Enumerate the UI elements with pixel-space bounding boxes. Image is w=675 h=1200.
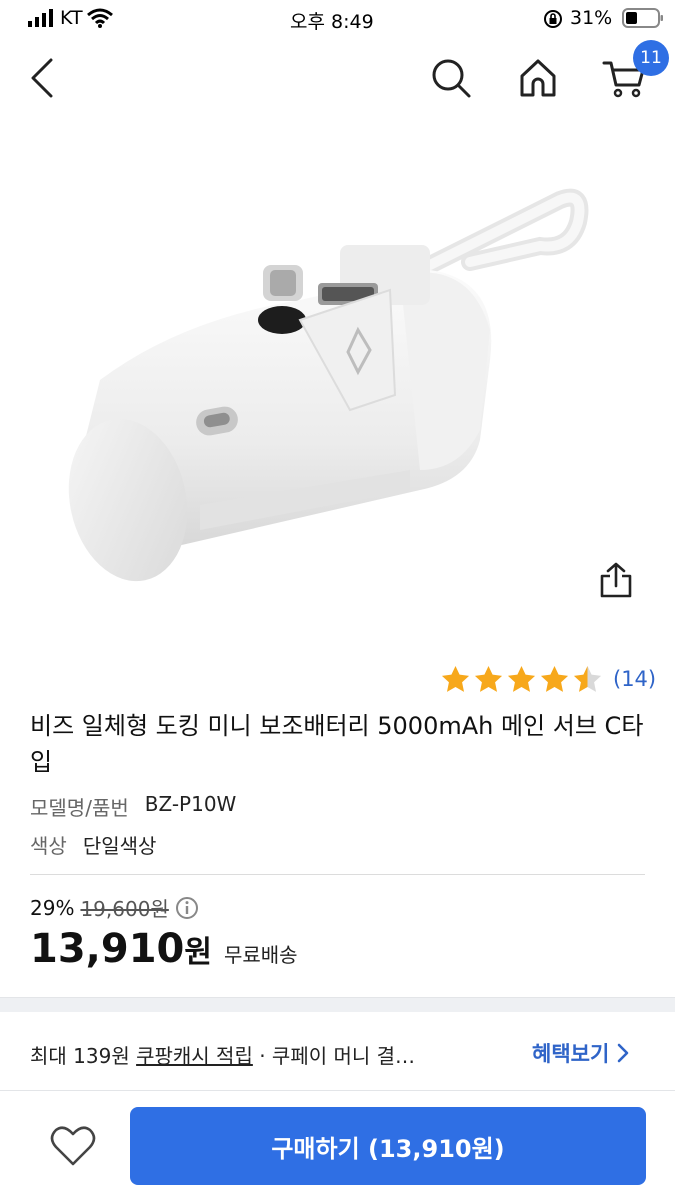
status-bar: KT 오후 8:49 31%: [0, 0, 675, 38]
review-count[interactable]: (14): [613, 667, 656, 691]
wishlist-button[interactable]: [44, 1120, 102, 1172]
spec-model: 모델명/품번 BZ-P10W: [30, 792, 236, 821]
search-icon: [432, 59, 471, 98]
star-icon: [507, 665, 536, 692]
home-button[interactable]: [512, 52, 564, 104]
wifi-icon: [87, 8, 113, 28]
coupang-cash-link[interactable]: 쿠팡캐시 적립: [136, 1044, 253, 1068]
heart-icon: [50, 1126, 96, 1166]
star-icon: [573, 665, 602, 692]
star-icon: [441, 665, 470, 692]
spec-model-value: BZ-P10W: [144, 792, 237, 816]
star-icon: [540, 665, 569, 692]
rating-stars: [440, 664, 603, 695]
battery-icon: [622, 8, 663, 28]
chevron-left-icon: [31, 58, 53, 98]
share-button[interactable]: [592, 556, 640, 604]
top-nav: [0, 38, 675, 118]
benefit-text: 최대 139원 쿠팡캐시 적립 · 쿠페이 머니 결…: [30, 1040, 415, 1069]
benefit-prefix: 최대 139원: [30, 1044, 137, 1068]
currency-unit: 원: [184, 935, 212, 970]
view-benefits-label: 혜택보기: [532, 1042, 610, 1066]
product-image[interactable]: [0, 118, 675, 633]
battery-percent: 31%: [570, 7, 613, 29]
sale-price: 13,910: [30, 926, 185, 972]
bottom-divider: [0, 1090, 675, 1091]
section-separator: [0, 997, 675, 1012]
rating-row[interactable]: (14): [440, 662, 656, 696]
benefit-suffix: · 쿠페이 머니 결…: [252, 1044, 416, 1068]
home-icon: [520, 59, 556, 97]
back-button[interactable]: [16, 52, 68, 104]
info-icon[interactable]: [175, 896, 199, 920]
carrier-label: KT: [60, 7, 83, 29]
power-bank-illustration: [68, 188, 589, 582]
signal-icon: [28, 9, 53, 27]
spec-color-value: 단일색상: [82, 834, 157, 858]
shipping-label: 무료배송: [223, 943, 298, 967]
chevron-right-icon: [617, 1043, 629, 1063]
price-row: 13,910 원 무료배송: [30, 926, 298, 972]
discount-rate: 29%: [30, 895, 75, 920]
clock: 오후 8:49: [290, 11, 374, 33]
star-icon: [474, 665, 503, 692]
search-button[interactable]: [425, 52, 477, 104]
orientation-lock-icon: [544, 10, 562, 28]
cart-count-badge: 11: [633, 40, 669, 76]
original-price: 19,600원: [80, 897, 169, 921]
divider: [30, 874, 645, 875]
share-icon: [600, 562, 632, 598]
spec-model-label: 모델명/품번: [30, 796, 129, 820]
spec-color: 색상 단일색상: [30, 830, 156, 859]
discount-row: 29% 19,600원: [30, 893, 199, 922]
spec-color-label: 색상: [30, 834, 67, 858]
buy-button[interactable]: 구매하기 (13,910원): [130, 1107, 646, 1185]
view-benefits-button[interactable]: 혜택보기: [532, 1038, 629, 1068]
product-title: 비즈 일체형 도킹 미니 보조배터리 5000mAh 메인 서브 C타입: [30, 712, 644, 776]
